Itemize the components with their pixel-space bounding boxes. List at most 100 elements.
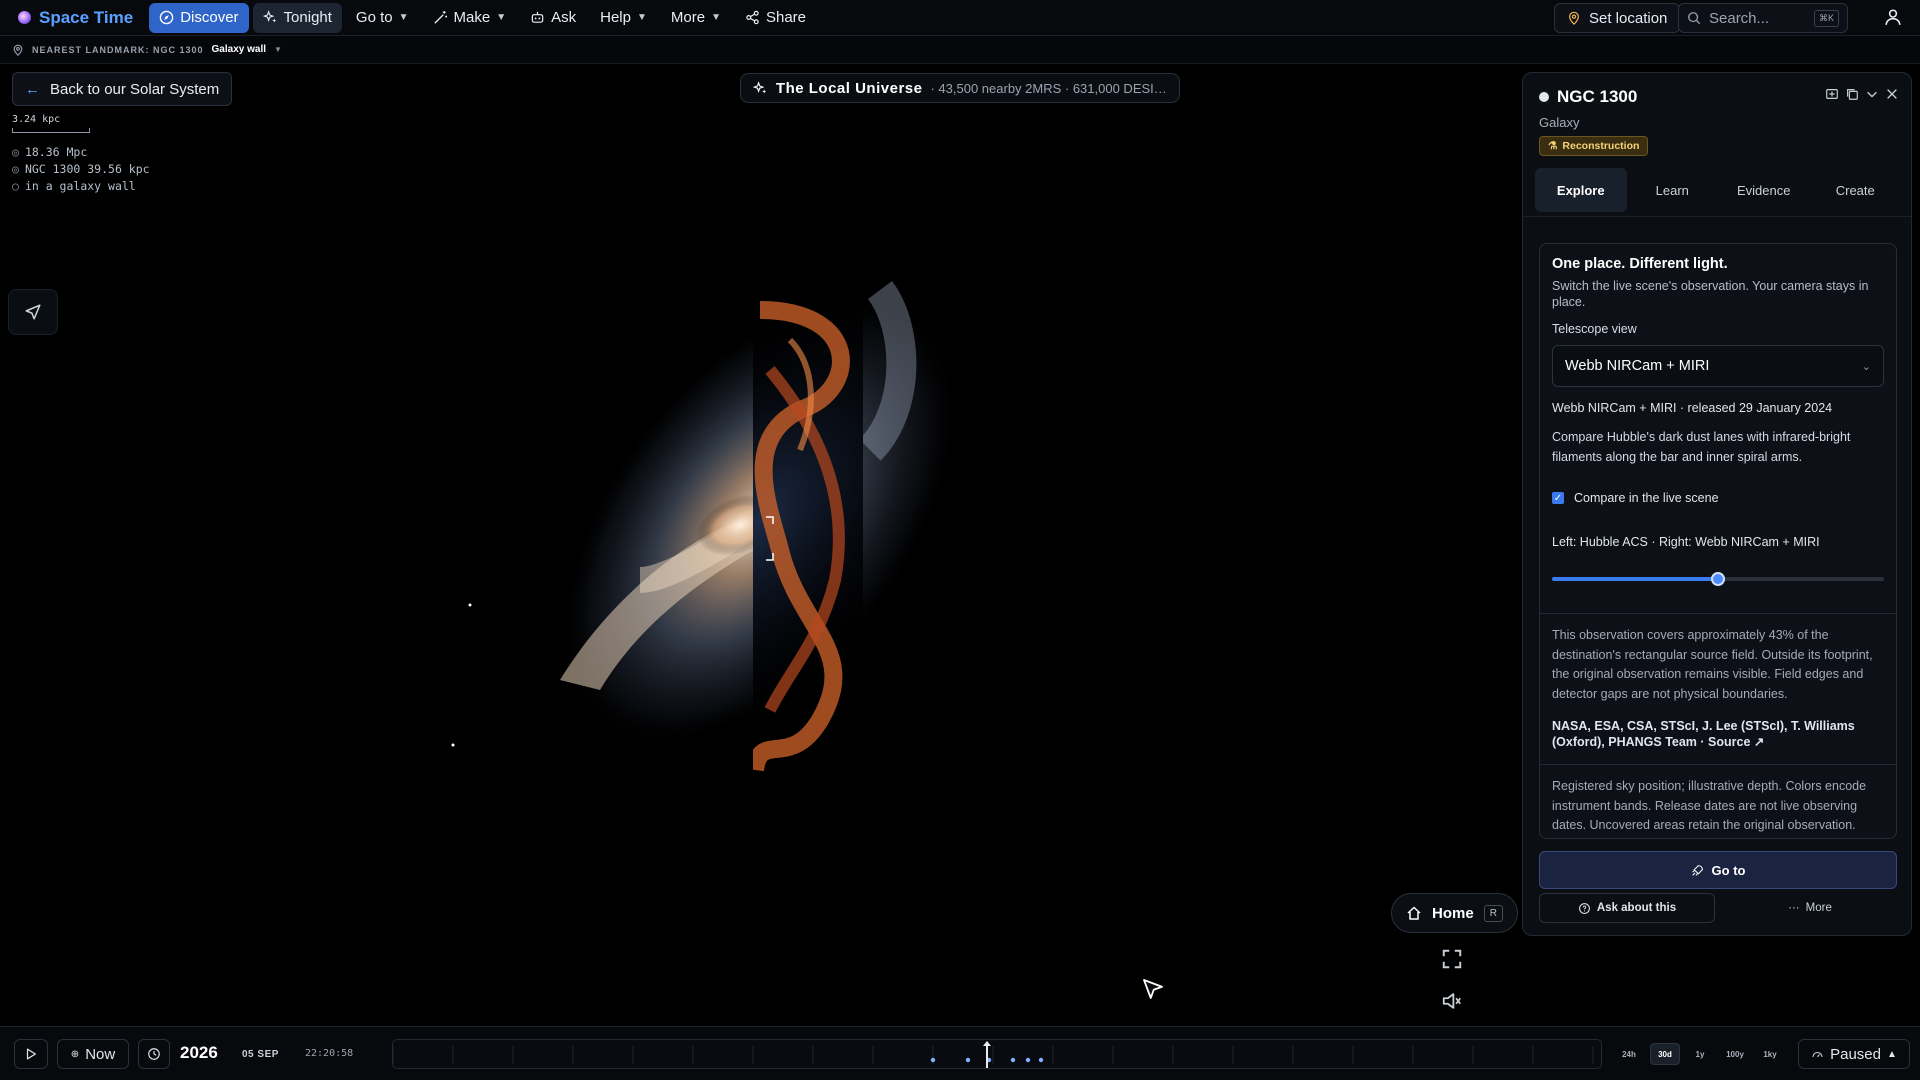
- chevron-down-icon: ▼: [711, 12, 721, 23]
- mute-icon[interactable]: [1441, 990, 1463, 1012]
- history-button[interactable]: [138, 1039, 170, 1069]
- readout-distance-value: 18.36 Mpc: [24, 145, 88, 159]
- slider-fill: [1552, 577, 1718, 581]
- user-icon[interactable]: [1884, 8, 1902, 26]
- map-pin-icon: [13, 44, 23, 56]
- discover-label: Discover: [180, 9, 239, 26]
- scale-bar: [12, 128, 90, 133]
- sparkles-icon: [753, 80, 767, 94]
- share-label: Share: [765, 9, 807, 26]
- object-type: Galaxy: [1539, 115, 1580, 130]
- home-button[interactable]: Home R: [1391, 893, 1518, 933]
- tab-create[interactable]: Create: [1810, 168, 1902, 212]
- now-button[interactable]: ⊕ Now: [57, 1039, 129, 1069]
- navigation-arrow-icon: [25, 304, 41, 320]
- back-button-label: Back to our Solar System: [50, 80, 220, 98]
- fullscreen-icon[interactable]: [1441, 948, 1463, 970]
- flask-icon: ⚗: [1548, 140, 1558, 152]
- landmark-value[interactable]: Galaxy wall: [212, 44, 266, 55]
- discover-button[interactable]: Discover: [149, 2, 249, 33]
- more-dots-icon: ···: [1788, 902, 1800, 914]
- search-placeholder: Search...: [1709, 9, 1770, 27]
- search-input[interactable]: Search... ⌘K: [1678, 3, 1848, 33]
- scene-title: The Local Universe: [775, 79, 923, 97]
- compass-icon: [159, 10, 174, 25]
- zoom-1ky[interactable]: 1ky: [1755, 1043, 1785, 1065]
- play-icon: [26, 1048, 36, 1060]
- slider-thumb[interactable]: [1711, 572, 1725, 586]
- compare-checkbox[interactable]: ✓: [1552, 492, 1564, 504]
- gauge-icon: [1812, 1051, 1823, 1057]
- sparkles-icon: [262, 10, 276, 23]
- pointer-tool-button[interactable]: [8, 289, 58, 335]
- zoom-30d[interactable]: 30d: [1650, 1043, 1680, 1065]
- collapse-icon[interactable]: [1865, 87, 1879, 101]
- chevron-down-icon: ▼: [398, 12, 409, 23]
- ask-about-this-label: Ask about this: [1596, 902, 1677, 914]
- help-menu[interactable]: Help ▼: [590, 3, 657, 33]
- compare-checkbox-row[interactable]: ✓ Compare in the live scene: [1552, 491, 1884, 505]
- timeline-bar: ⊕ Now 2026 05 SEP 22:20:58 24h 30d 1y 10…: [0, 1026, 1920, 1080]
- card-intro: Switch the live scene's observation. You…: [1552, 279, 1869, 309]
- observation-card: One place. Different light. Switch the l…: [1539, 243, 1897, 839]
- chevron-down-icon[interactable]: ▼: [274, 45, 282, 54]
- panel-more-button[interactable]: ··· More: [1723, 893, 1897, 923]
- now-icon: ⊕: [70, 1048, 80, 1060]
- make-menu[interactable]: Make ▼: [423, 3, 517, 33]
- brand-logo[interactable]: Space Time: [8, 3, 143, 33]
- timeline-scrubber[interactable]: [392, 1039, 1602, 1069]
- brand-name: Space Time: [39, 7, 134, 27]
- share-button[interactable]: Share: [735, 3, 816, 33]
- telescope-view-select[interactable]: Webb NIRCam + MIRI ⌄: [1552, 345, 1884, 387]
- telescope-view-value: Webb NIRCam + MIRI: [1565, 358, 1710, 374]
- tonight-label: Tonight: [283, 9, 332, 26]
- telescope-view-label: Telescope view: [1552, 322, 1637, 336]
- tab-explore[interactable]: Explore: [1535, 168, 1627, 212]
- playback-state-button[interactable]: Paused ▲: [1798, 1039, 1910, 1069]
- set-location-button[interactable]: Set location: [1554, 3, 1681, 33]
- close-icon[interactable]: [1885, 87, 1899, 101]
- brand-icon: [18, 11, 31, 24]
- ask-about-this-button[interactable]: Ask about this: [1539, 893, 1715, 923]
- copy-icon[interactable]: [1845, 87, 1859, 101]
- question-bubble-icon: [1578, 902, 1590, 914]
- panel-more-label: More: [1805, 902, 1832, 914]
- pin-panel-icon[interactable]: [1825, 87, 1839, 101]
- readout-distance: ◎ 18.36 Mpc: [12, 144, 150, 161]
- chevron-up-icon: ▲: [1886, 1048, 1897, 1060]
- timeline-clock: 22:20:58: [305, 1048, 354, 1059]
- divider: [1523, 216, 1911, 217]
- timeline-year: 2026: [180, 1043, 218, 1062]
- chevron-down-icon: ▼: [496, 12, 507, 23]
- reconstruction-badge: ⚗ Reconstruction: [1539, 136, 1649, 156]
- galaxy-image: [451, 194, 959, 772]
- zoom-100y[interactable]: 100y: [1720, 1043, 1750, 1065]
- goto-menu[interactable]: Go to ▼: [346, 3, 419, 33]
- tonight-button[interactable]: Tonight: [252, 2, 342, 33]
- home-label: Home: [1432, 904, 1474, 922]
- zoom-24h[interactable]: 24h: [1614, 1043, 1644, 1065]
- galaxy-render[interactable]: [440, 194, 1080, 850]
- panel-actions: [1825, 87, 1899, 101]
- back-to-solar-system-button[interactable]: ← Back to our Solar System: [12, 72, 233, 106]
- magic-wand-icon: [433, 10, 447, 24]
- goto-button[interactable]: Go to: [1539, 851, 1897, 889]
- readout-object: ◎ NGC 1300 39.56 kpc: [12, 161, 150, 178]
- scene-title-pill[interactable]: The Local Universe · 43,500 nearby 2MRS …: [740, 73, 1180, 103]
- ask-button[interactable]: Ask: [520, 3, 586, 33]
- compare-slider[interactable]: [1552, 572, 1884, 586]
- tab-learn[interactable]: Learn: [1627, 168, 1719, 212]
- tab-evidence[interactable]: Evidence: [1718, 168, 1810, 212]
- zoom-1y[interactable]: 1y: [1685, 1043, 1715, 1065]
- object-detail-panel: NGC 1300 Galaxy ⚗ Reconstruction Explore…: [1522, 72, 1912, 936]
- object-name: NGC 1300: [1557, 87, 1638, 106]
- play-button[interactable]: [14, 1039, 48, 1069]
- make-menu-label: Make: [453, 9, 491, 26]
- coverage-note: This observation covers approximately 43…: [1552, 628, 1873, 701]
- cursor-icon: [1143, 979, 1163, 999]
- object-dot-icon: [1539, 92, 1549, 102]
- compare-sides-label: Left: Hubble ACS · Right: Webb NIRCam + …: [1552, 535, 1820, 549]
- image-credits[interactable]: NASA, ESA, CSA, STScI, J. Lee (STScI), T…: [1552, 718, 1884, 750]
- more-menu[interactable]: More ▼: [661, 3, 731, 33]
- readout-object-value: NGC 1300 39.56 kpc: [24, 162, 150, 176]
